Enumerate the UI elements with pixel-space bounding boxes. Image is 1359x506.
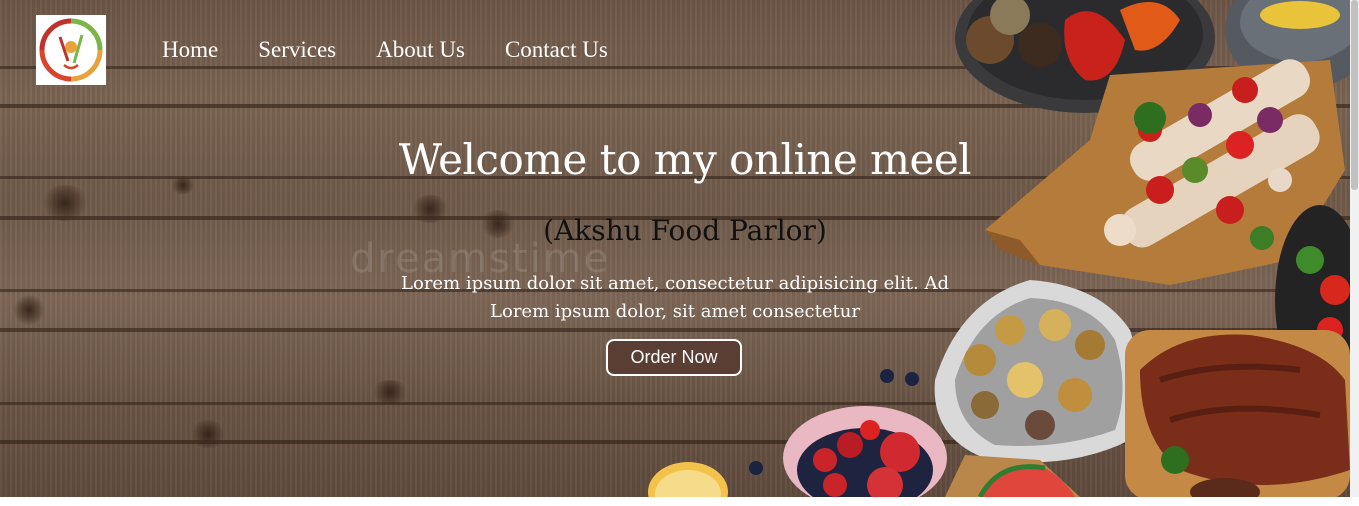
nav-link-services[interactable]: Services [258, 36, 336, 64]
nav-link-home[interactable]: Home [162, 36, 218, 64]
hero-description: Lorem ipsum dolor sit amet, consectetur … [360, 270, 990, 326]
scrollbar-thumb[interactable] [1351, 0, 1358, 190]
page-scrollbar[interactable] [1350, 0, 1359, 506]
page-bottom-edge [0, 497, 1359, 506]
hero-description-line-1: Lorem ipsum dolor sit amet, consectetur … [401, 273, 949, 294]
order-now-button[interactable]: Order Now [606, 339, 742, 376]
nav-link-contact-us[interactable]: Contact Us [505, 36, 608, 64]
brand-logo[interactable] [36, 15, 106, 85]
hero-title: Welcome to my online meel [398, 135, 972, 184]
hero-subtitle: (Akshu Food Parlor) [543, 214, 827, 247]
logo-icon [39, 18, 103, 82]
main-navigation: Home Services About Us Contact Us [162, 36, 608, 64]
hero-description-line-2: Lorem ipsum dolor, sit amet consectetur [490, 301, 860, 322]
nav-link-about-us[interactable]: About Us [376, 36, 465, 64]
